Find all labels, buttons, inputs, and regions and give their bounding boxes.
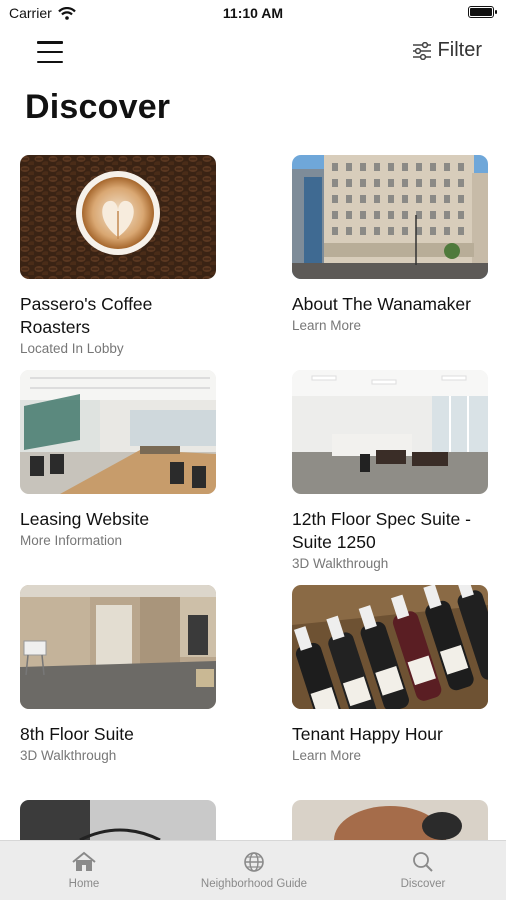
card-title: Passero's Coffee Roasters	[20, 294, 153, 337]
card-image-building	[292, 155, 488, 279]
card-subtitle: Located In Lobby	[20, 341, 124, 356]
card-image-office	[20, 370, 216, 494]
tab-home[interactable]: Home	[60, 851, 108, 890]
tab-label: Discover	[400, 878, 446, 890]
card-subtitle: More Information	[20, 533, 123, 548]
search-icon	[413, 852, 433, 872]
card-image-hallway	[20, 585, 216, 709]
navigation-bar: Filter	[0, 36, 506, 70]
tab-neighborhood-guide[interactable]: Neighborhood Guide	[186, 851, 322, 890]
filter-label: Filter	[437, 39, 482, 61]
card-title: Leasing Website	[20, 509, 150, 529]
globe-icon	[244, 852, 264, 872]
card-title: 12th Floor Spec Suite - Suite 1250	[292, 509, 471, 552]
card-image-wine	[292, 585, 488, 709]
card-title: 8th Floor Suite	[20, 724, 134, 744]
home-icon	[72, 851, 96, 871]
battery-icon	[468, 6, 497, 18]
discover-card-8th-floor[interactable]: 8th Floor Suite 3D Walkthrough	[20, 585, 216, 763]
discover-card-coffee[interactable]: Passero's Coffee Roasters Located In Lob…	[20, 155, 216, 356]
card-image-suite	[292, 370, 488, 494]
card-subtitle: Learn More	[292, 748, 362, 763]
card-image-latte	[20, 155, 216, 279]
hamburger-icon[interactable]	[37, 41, 63, 63]
discover-card-happy-hour[interactable]: Tenant Happy Hour Learn More	[292, 585, 488, 763]
status-time: 11:10 AM	[222, 5, 284, 21]
discover-card-spec-suite[interactable]: 12th Floor Spec Suite - Suite 1250 3D Wa…	[292, 370, 488, 571]
tab-bar: Home Neighborhood Guide Discover	[0, 840, 506, 900]
discover-card-wanamaker[interactable]: About The Wanamaker Learn More	[292, 155, 488, 333]
tab-label: Home	[68, 878, 100, 890]
discover-card-leasing[interactable]: Leasing Website More Information	[20, 370, 216, 548]
card-title: About The Wanamaker	[292, 294, 471, 314]
sliders-icon	[412, 41, 431, 60]
status-bar: Carrier 11:10 AM	[0, 0, 506, 26]
card-subtitle: Learn More	[292, 318, 362, 333]
filter-button[interactable]: Filter	[412, 39, 482, 62]
tab-label: Neighborhood Guide	[200, 878, 308, 890]
card-subtitle: 3D Walkthrough	[20, 748, 117, 763]
tab-discover[interactable]: Discover	[388, 851, 458, 890]
card-title: Tenant Happy Hour	[292, 724, 443, 744]
card-subtitle: 3D Walkthrough	[292, 556, 389, 571]
page-title: Discover	[25, 88, 171, 126]
